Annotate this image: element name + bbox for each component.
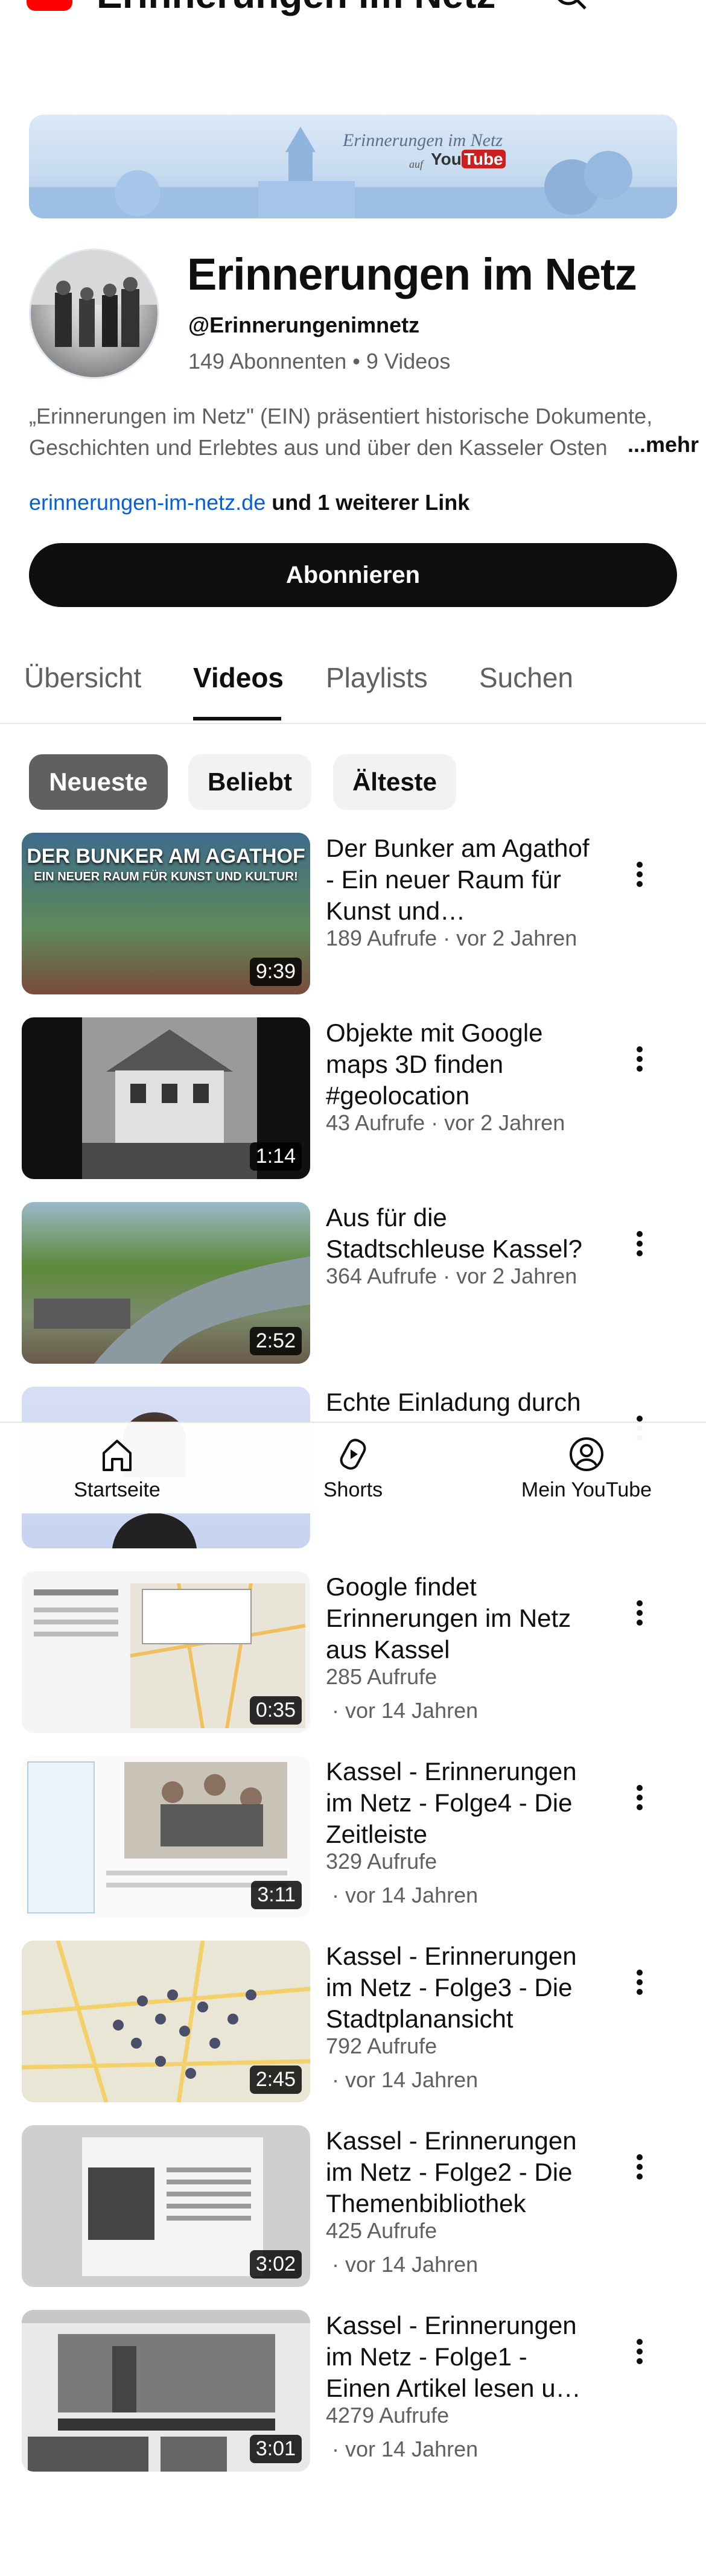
tab-divider [0, 723, 706, 724]
channel-handle: @Erinnerungenimnetz [188, 313, 420, 337]
channel-stats: 149 Abonnenten • 9 Videos [188, 349, 451, 374]
video-duration: 3:02 [249, 2250, 302, 2279]
video-meta-date: · vor 14 Jahren [332, 2437, 479, 2461]
video-thumbnail[interactable]: 1:14 [22, 1017, 310, 1179]
video-duration: 3:01 [249, 2435, 302, 2463]
video-thumbnail[interactable]: 2:52 [22, 1202, 310, 1364]
banner-title: Erinnerungen im Netz [343, 130, 503, 150]
banner-tube-text: Tube [461, 150, 506, 168]
chip-newest[interactable]: Neueste [29, 754, 168, 810]
video-title[interactable]: Kassel - Erinnerungen im Netz - Folge2 -… [326, 2125, 591, 2219]
nav-shorts[interactable]: Shorts [262, 1436, 444, 1502]
video-title[interactable]: Kassel - Erinnerungen im Netz - Folge3 -… [326, 1941, 591, 2035]
video-thumbnail[interactable]: 3:11 [22, 1756, 310, 1918]
video-thumbnail[interactable]: 0:35 [22, 1571, 310, 1733]
tab-videos[interactable]: Videos [193, 661, 284, 694]
nav-home[interactable]: Startseite [27, 1436, 208, 1502]
header-title: Erinnerungen im Netz [97, 0, 495, 17]
more-vert-icon[interactable] [646, 0, 660, 14]
video-title[interactable]: Echte Einladung durch [326, 1387, 591, 1418]
shorts-icon [340, 1439, 366, 1470]
video-title[interactable]: Der Bunker am Agathof - Ein neuer Raum f… [326, 833, 591, 927]
nav-shorts-label: Shorts [323, 1478, 383, 1501]
video-title[interactable]: Objekte mit Google maps 3D finden #geolo… [326, 1017, 591, 1111]
video-thumbnail[interactable]: 3:01 [22, 2310, 310, 2472]
channel-avatar[interactable] [29, 249, 159, 379]
video-duration: 9:39 [249, 958, 302, 986]
profile-icon [570, 1437, 603, 1471]
tab-overview[interactable]: Übersicht [24, 661, 141, 694]
tab-search[interactable]: Suchen [479, 661, 573, 694]
video-meta-date: · vor 14 Jahren [332, 2067, 479, 2092]
video-more-icon[interactable] [632, 1966, 647, 2002]
video-title[interactable]: Google findet Erinnerungen im Netz aus K… [326, 1571, 591, 1665]
chip-oldest[interactable]: Älteste [333, 754, 456, 810]
video-duration: 2:52 [249, 1327, 302, 1355]
channel-banner: Erinnerungen im Netz auf You Tube [29, 115, 677, 218]
video-meta: 364 Aufrufe · vor 2 Jahren [326, 1264, 577, 1288]
video-more-icon[interactable] [632, 2335, 647, 2371]
search-icon[interactable] [553, 0, 589, 14]
video-more-icon[interactable] [632, 1227, 647, 1264]
video-meta: 792 Aufrufe [326, 2034, 437, 2058]
video-duration: 3:11 [251, 1881, 302, 1909]
video-meta-date: · vor 14 Jahren [332, 2252, 479, 2277]
video-title[interactable]: Kassel - Erinnerungen im Netz - Folge4 -… [326, 1756, 591, 1850]
description-more-link[interactable]: ...mehr [603, 432, 699, 457]
home-icon [103, 1440, 132, 1471]
video-title[interactable]: Kassel - Erinnerungen im Netz - Folge1 -… [326, 2310, 591, 2404]
video-meta: 189 Aufrufe · vor 2 Jahren [326, 926, 577, 950]
channel-link-more[interactable]: und 1 weiterer Link [266, 490, 469, 515]
video-more-icon[interactable] [632, 1043, 647, 1079]
video-meta: 329 Aufrufe [326, 1849, 437, 1874]
video-thumbnail[interactable]: 2:45 [22, 1941, 310, 2102]
channel-description[interactable]: „Erinnerungen im Netz" (EIN) präsentiert… [29, 401, 681, 463]
chip-popular[interactable]: Beliebt [188, 754, 311, 810]
video-more-icon[interactable] [632, 1597, 647, 1633]
thumbnail-subtitle: EIN NEUER RAUM FÜR KUNST UND KULTUR! [34, 870, 298, 883]
video-thumbnail[interactable]: DER BUNKER AM AGATHOF EIN NEUER RAUM FÜR… [22, 833, 310, 994]
banner-youtube-logo: You Tube [431, 150, 506, 169]
banner-auf: auf [409, 158, 424, 170]
nav-home-label: Startseite [74, 1478, 161, 1501]
channel-name: Erinnerungen im Netz [187, 249, 637, 299]
youtube-logo-icon[interactable] [27, 0, 72, 11]
tab-playlists[interactable]: Playlists [326, 661, 428, 694]
video-title[interactable]: Aus für die Stadtschleuse Kassel? [326, 1202, 591, 1265]
banner-you-text: You [431, 150, 462, 168]
nav-my-youtube-label: Mein YouTube [521, 1478, 652, 1501]
video-meta: 4279 Aufrufe [326, 2403, 450, 2428]
video-meta-date: · vor 14 Jahren [332, 1883, 479, 1907]
video-more-icon[interactable] [632, 858, 647, 894]
video-meta-date: · vor 14 Jahren [332, 1698, 479, 1723]
video-duration: 0:35 [249, 1696, 302, 1725]
video-more-icon[interactable] [632, 2151, 647, 2187]
subscribe-button[interactable]: Abonnieren [29, 543, 677, 607]
video-duration: 1:14 [249, 1142, 302, 1171]
nav-my-youtube[interactable]: Mein YouTube [496, 1436, 677, 1502]
video-meta: 285 Aufrufe [326, 1664, 437, 1689]
channel-links[interactable]: erinnerungen-im-netz.de und 1 weiterer L… [29, 490, 469, 515]
video-thumbnail[interactable]: 3:02 [22, 2125, 310, 2287]
video-more-icon[interactable] [632, 1781, 647, 1818]
tab-active-indicator [193, 717, 281, 720]
thumbnail-title: DER BUNKER AM AGATHOF [27, 845, 305, 868]
video-duration: 2:45 [249, 2066, 302, 2094]
video-meta: 43 Aufrufe · vor 2 Jahren [326, 1110, 565, 1135]
video-meta: 425 Aufrufe [326, 2218, 437, 2243]
channel-link[interactable]: erinnerungen-im-netz.de [29, 490, 266, 515]
